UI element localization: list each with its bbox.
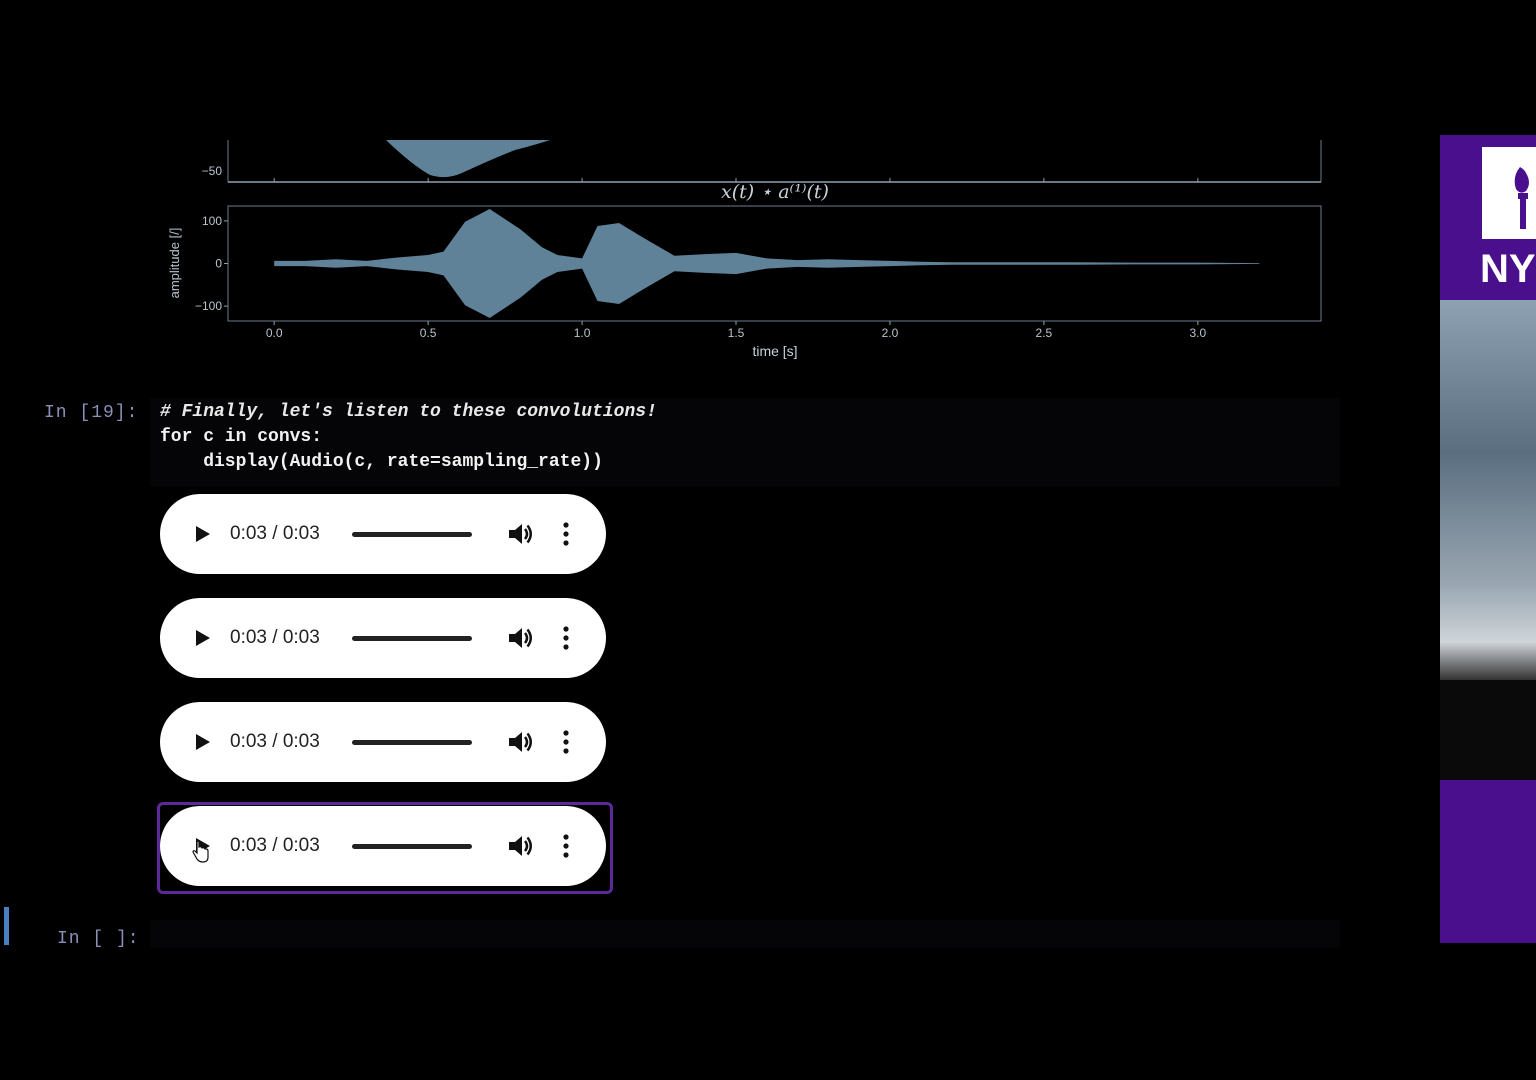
y-tick-label: 100 bbox=[202, 214, 222, 228]
x-tick-label: 2.5 bbox=[1036, 326, 1053, 340]
audio-player[interactable]: 0:03 / 0:03 bbox=[160, 598, 606, 678]
code-display-line: display(Audio(c, rate=sampling_rate)) bbox=[160, 452, 603, 472]
y-ticks: 100 0 −100 bbox=[195, 214, 228, 313]
x-tick-label: 1.0 bbox=[574, 326, 591, 340]
audio-progress-track[interactable] bbox=[352, 844, 472, 849]
y-tick-label: −100 bbox=[195, 299, 222, 313]
convolution-plot: −50 x(t) ⋆ a⁽¹⁾(t) 100 0 −100 0.0 0.5 1.0 1.5… bbox=[150, 135, 1350, 370]
x-tick-label: 0.0 bbox=[266, 326, 283, 340]
audio-player[interactable]: 0:03 / 0:03 bbox=[160, 806, 606, 886]
volume-icon[interactable] bbox=[506, 520, 534, 548]
audio-player[interactable]: 0:03 / 0:03 bbox=[160, 702, 606, 782]
audio-time: 0:03 / 0:03 bbox=[230, 627, 320, 648]
upper-ytick: −50 bbox=[202, 164, 223, 178]
upper-subplot: −50 bbox=[202, 140, 1322, 183]
volume-icon[interactable] bbox=[506, 728, 534, 756]
play-icon[interactable] bbox=[190, 522, 214, 546]
audio-player[interactable]: 0:03 / 0:03 bbox=[160, 494, 606, 574]
x-tick-label: 1.5 bbox=[728, 326, 745, 340]
webcam-video bbox=[1440, 300, 1536, 680]
plot-svg: −50 x(t) ⋆ a⁽¹⁾(t) 100 0 −100 0.0 0.5 1.0 1.5… bbox=[167, 140, 1322, 359]
x-axis-label: time [s] bbox=[752, 343, 797, 359]
cell-prompt: In [19]: bbox=[44, 403, 139, 423]
code-comment-line: # Finally, let's listen to these convolu… bbox=[160, 402, 657, 422]
video-dark-band bbox=[1440, 680, 1536, 780]
torch-logo bbox=[1482, 147, 1536, 239]
audio-progress-track[interactable] bbox=[352, 636, 472, 641]
more-options-icon[interactable] bbox=[558, 624, 574, 652]
x-tick-label: 0.5 bbox=[420, 326, 437, 340]
code-for-line: for c in convs: bbox=[160, 427, 323, 447]
nyu-footer-band bbox=[1440, 780, 1536, 943]
more-options-icon[interactable] bbox=[558, 728, 574, 756]
code-cell[interactable]: # Finally, let's listen to these convolu… bbox=[150, 398, 1340, 486]
waveform-area bbox=[274, 209, 1260, 318]
volume-icon[interactable] bbox=[506, 624, 534, 652]
waveform-layer bbox=[274, 209, 1260, 318]
play-icon[interactable] bbox=[190, 730, 214, 754]
cell-selection-marker bbox=[4, 907, 9, 945]
torch-icon bbox=[1514, 167, 1529, 229]
x-ticks: 0.0 0.5 1.0 1.5 2.0 2.5 3.0 bbox=[266, 321, 1207, 340]
audio-time: 0:03 / 0:03 bbox=[230, 523, 320, 544]
volume-icon[interactable] bbox=[506, 832, 534, 860]
nyu-logo-text: NY bbox=[1480, 247, 1536, 291]
empty-cell-prompt: In [ ]: bbox=[57, 929, 140, 949]
audio-time: 0:03 / 0:03 bbox=[230, 835, 320, 856]
upper-waveform-fragment bbox=[386, 140, 550, 178]
audio-time: 0:03 / 0:03 bbox=[230, 731, 320, 752]
hand-cursor-icon bbox=[192, 840, 209, 863]
y-axis-label: amplitude [/] bbox=[167, 228, 182, 299]
empty-code-cell[interactable] bbox=[150, 920, 1340, 948]
more-options-icon[interactable] bbox=[558, 520, 574, 548]
audio-progress-track[interactable] bbox=[352, 532, 472, 537]
more-options-icon[interactable] bbox=[558, 832, 574, 860]
play-icon[interactable] bbox=[190, 626, 214, 650]
x-tick-label: 3.0 bbox=[1190, 326, 1207, 340]
nyu-banner: NY bbox=[1440, 135, 1536, 300]
subplot-title: x(t) ⋆ a⁽¹⁾(t) bbox=[721, 181, 829, 203]
y-tick-label: 0 bbox=[215, 257, 222, 271]
x-tick-label: 2.0 bbox=[882, 326, 899, 340]
nyu-sidebar: NY bbox=[1440, 135, 1536, 943]
audio-progress-track[interactable] bbox=[352, 740, 472, 745]
